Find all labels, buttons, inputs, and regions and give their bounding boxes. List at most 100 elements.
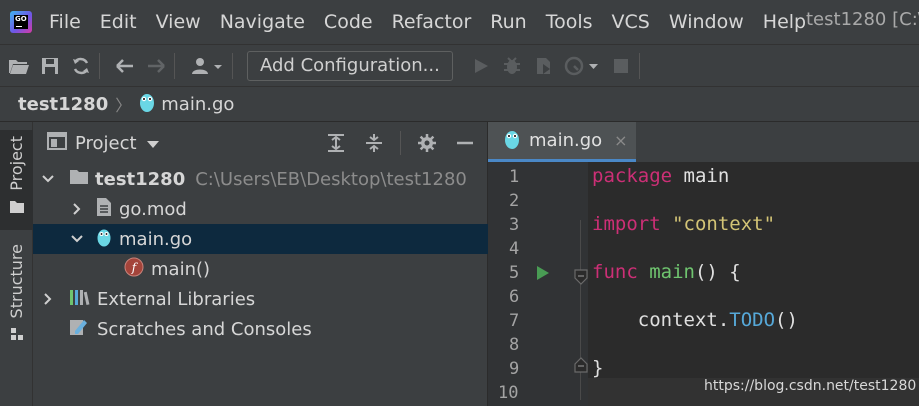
profile-icon[interactable] [562,54,602,78]
structure-tool-tab[interactable]: Structure [0,240,33,346]
gopher-icon [96,227,112,252]
save-icon[interactable] [38,54,62,78]
code-line-7: context.TODO() [592,309,798,331]
tool-window-strip: Project Structure [0,122,33,406]
chevron-down-icon[interactable] [70,235,84,243]
call-token: TODO [729,309,776,331]
folder-icon [9,199,25,218]
menu-vcs[interactable]: VCS [612,11,650,33]
project-tab-label: Project [7,136,26,191]
sync-icon[interactable] [69,54,93,78]
code-line-5: func main() { [592,261,741,283]
menu-tools[interactable]: Tools [546,11,593,33]
add-configuration-button[interactable]: Add Configuration... [247,50,453,81]
toolbar-separator [174,52,175,79]
toolbar-separator [99,52,100,79]
menu-window[interactable]: Window [669,11,744,33]
chevron-down-icon[interactable] [41,175,55,183]
tree-item-main-go[interactable]: main.go [33,224,488,254]
toolbar-separator [232,52,233,79]
tree-item-label: main() [151,258,211,280]
code-editor[interactable]: package main import "context" func main(… [588,162,919,406]
panel-separator [400,131,401,155]
back-icon[interactable] [113,54,137,78]
code-token: main [672,165,730,187]
forward-icon[interactable] [144,54,168,78]
tree-item-go-mod[interactable]: go.mod [33,194,488,224]
folder-icon [69,169,89,190]
watermark: https://blog.csdn.net/test1280 [704,378,917,394]
menu-refactor[interactable]: Refactor [392,11,472,33]
debug-icon[interactable] [500,54,524,78]
code-token: } [592,357,604,379]
menu-bar: GO File Edit View Navigate Code Refactor… [0,0,919,44]
chevron-right-icon: 〉 [115,96,132,115]
code-token: () { [694,261,741,283]
expand-all-icon[interactable] [324,131,348,155]
tab-main-go[interactable]: main.go × [488,122,636,162]
goland-logo-icon: GO [10,11,32,33]
tree-item-main-func[interactable]: f main() [33,254,488,284]
gear-icon[interactable] [415,131,439,155]
collapse-all-icon[interactable] [362,131,386,155]
project-panel-title[interactable]: Project [75,133,137,154]
editor-pane: main.go × 1 2 3 4 5 6 7 8 9 10 package m… [488,122,919,406]
scratches-icon [69,317,89,342]
chevron-down-icon[interactable] [146,134,159,153]
function-icon: f [124,257,144,282]
open-folder-icon[interactable] [7,54,31,78]
menu-code[interactable]: Code [324,11,373,33]
project-panel-header: Project [33,122,487,164]
line-number: 1 [509,167,520,187]
menu-navigate[interactable]: Navigate [220,11,305,33]
project-tool-tab[interactable]: Project [0,130,33,230]
breadcrumb-file[interactable]: main.go [161,94,234,115]
tree-item-path: C:\Users\EB\Desktop\test1280 [195,168,467,190]
keyword-token: import [592,213,661,235]
chevron-right-icon[interactable] [41,293,55,305]
line-number: 3 [509,215,520,235]
line-number: 6 [509,287,520,307]
menu-edit[interactable]: Edit [100,11,137,33]
line-number: 4 [509,239,520,259]
main-toolbar: Add Configuration... [0,44,919,86]
stop-icon[interactable] [609,54,633,78]
libraries-icon [69,288,91,311]
line-number: 10 [498,383,519,403]
tree-item-label: Scratches and Consoles [97,318,312,340]
line-number: 8 [509,335,520,355]
line-number: 7 [509,311,520,331]
fold-icon[interactable] [574,269,588,289]
tab-label: main.go [529,130,603,151]
tree-item-label: go.mod [119,198,187,220]
breadcrumb-project[interactable]: test1280 [18,94,108,115]
structure-tab-label: Structure [7,244,26,319]
code-token: () [775,309,798,331]
fold-icon[interactable] [574,357,588,377]
toolbar-separator [638,52,640,79]
line-number: 2 [509,191,520,211]
menu-view[interactable]: View [156,11,201,33]
coverage-icon[interactable] [531,54,555,78]
menu-file[interactable]: File [49,11,81,33]
gopher-icon [503,128,521,154]
structure-icon [10,326,24,345]
menu-run[interactable]: Run [490,11,526,33]
tree-item-label: External Libraries [97,288,256,310]
keyword-token: package [592,165,673,187]
keyword-token: func [592,261,638,283]
project-view-icon [47,132,67,154]
menu-help[interactable]: Help [763,11,806,33]
tree-item-external-libraries[interactable]: External Libraries [33,284,488,314]
chevron-right-icon[interactable] [70,203,84,215]
tree-item-project-root[interactable]: test1280 C:\Users\EB\Desktop\test1280 [33,164,488,194]
run-icon[interactable] [469,54,493,78]
tree-item-scratches[interactable]: Scratches and Consoles [33,314,488,344]
close-icon[interactable]: × [614,131,627,150]
editor-gutter: 1 2 3 4 5 6 7 8 9 10 [488,162,588,406]
minimize-icon[interactable] [453,131,477,155]
breadcrumb: test1280 〉 main.go [0,86,919,122]
run-gutter-icon[interactable] [536,265,550,285]
editor-tab-bar: main.go × [488,122,919,162]
user-icon[interactable] [188,54,226,78]
